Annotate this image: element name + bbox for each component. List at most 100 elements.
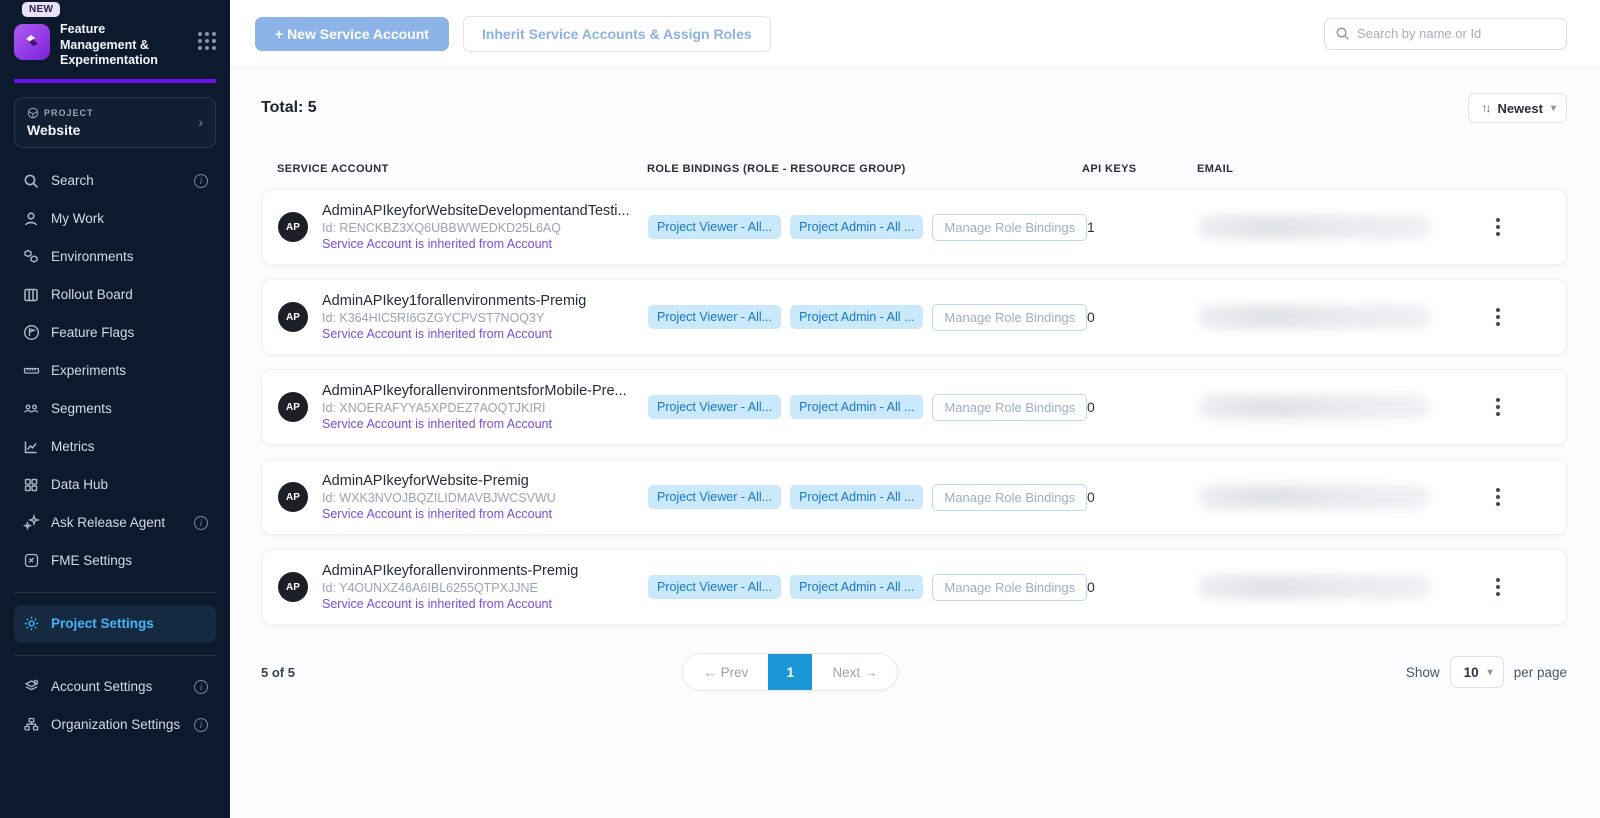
col-service-account: SERVICE ACCOUNT	[277, 163, 647, 175]
search-input[interactable]	[1357, 26, 1556, 41]
manage-role-bindings-button[interactable]: Manage Role Bindings	[932, 394, 1087, 421]
prev-page-button[interactable]: ← Prev	[683, 665, 768, 680]
service-accounts-page: NEW Feature Management & Experimentation	[0, 0, 1600, 818]
sidebar-item-organization-settings[interactable]: Organization Settings i	[14, 706, 216, 744]
sidebar-item-fme-settings[interactable]: FME Settings	[14, 542, 216, 580]
row-menu-icon[interactable]	[1490, 394, 1506, 420]
sidebar-item-label: Project Settings	[51, 616, 208, 631]
board-columns-icon	[22, 286, 40, 304]
sparkles-icon	[22, 514, 40, 532]
info-icon[interactable]: i	[194, 718, 208, 732]
sidebar-item-segments[interactable]: Segments	[14, 390, 216, 428]
app-title: Feature Management & Experimentation	[60, 22, 178, 69]
next-page-button[interactable]: Next →	[812, 665, 897, 680]
row-menu-icon[interactable]	[1490, 214, 1506, 240]
current-page[interactable]: 1	[768, 653, 812, 691]
sidebar-item-my-work[interactable]: My Work	[14, 200, 216, 238]
role-badge[interactable]: Project Admin - All ...	[790, 485, 923, 509]
role-badge[interactable]: Project Admin - All ...	[790, 395, 923, 419]
info-icon[interactable]: i	[194, 174, 208, 188]
gear-icon	[22, 615, 40, 633]
sidebar-nav: Search i My Work Environments Rollout B	[0, 162, 230, 580]
project-selector[interactable]: PROJECT Website ›	[14, 97, 216, 148]
role-badge[interactable]: Project Admin - All ...	[790, 305, 923, 329]
service-account-name: AdminAPIkeyforWebsiteDevelopmentandTesti…	[322, 203, 630, 219]
sort-arrows-icon: ↑↓	[1481, 101, 1489, 115]
sidebar-item-label: Segments	[51, 401, 208, 416]
email-redacted	[1198, 215, 1430, 239]
org-tree-icon	[22, 716, 40, 734]
sidebar-item-rollout-board[interactable]: Rollout Board	[14, 276, 216, 314]
col-role-bindings: ROLE BINDINGS (ROLE - RESOURCE GROUP)	[647, 163, 1082, 175]
table-row: AP AdminAPIkey1forallenvironments-Premig…	[261, 279, 1567, 355]
role-badge[interactable]: Project Viewer - All...	[648, 575, 781, 599]
sidebar-item-metrics[interactable]: Metrics	[14, 428, 216, 466]
info-icon[interactable]: i	[194, 516, 208, 530]
chevron-down-icon: ▾	[1488, 667, 1493, 678]
pagination: 5 of 5 ← Prev 1 Next → Show 10 ▾ per pag…	[261, 653, 1567, 691]
fme-settings-icon	[22, 552, 40, 570]
manage-role-bindings-button[interactable]: Manage Role Bindings	[932, 304, 1087, 331]
avatar: AP	[278, 392, 308, 422]
manage-role-bindings-button[interactable]: Manage Role Bindings	[932, 574, 1087, 601]
role-badge[interactable]: Project Viewer - All...	[648, 215, 781, 239]
avatar: AP	[278, 302, 308, 332]
per-page-value: 10	[1464, 665, 1479, 680]
sidebar-item-label: Experiments	[51, 363, 208, 378]
role-badge[interactable]: Project Viewer - All...	[648, 395, 781, 419]
per-page-select[interactable]: 10 ▾	[1450, 656, 1504, 688]
app-switcher-icon[interactable]	[198, 32, 216, 50]
role-badge[interactable]: Project Admin - All ...	[790, 575, 923, 599]
service-account-id: Id: XNOERAFYYA5XPDEZ7AOQTJKIRI	[322, 401, 627, 415]
info-icon[interactable]: i	[194, 680, 208, 694]
sidebar-item-label: Organization Settings	[51, 717, 183, 732]
inherited-note: Service Account is inherited from Accoun…	[322, 237, 630, 251]
sidebar-item-experiments[interactable]: Experiments	[14, 352, 216, 390]
table-header: SERVICE ACCOUNT ROLE BINDINGS (ROLE - RE…	[261, 163, 1567, 175]
sidebar-item-search[interactable]: Search i	[14, 162, 216, 200]
sidebar-item-label: FME Settings	[51, 553, 208, 568]
service-account-id: Id: K364HIC5RI6GZGYCPVST7NOQ3Y	[322, 311, 586, 325]
sidebar-item-data-hub[interactable]: Data Hub	[14, 466, 216, 504]
inherit-service-accounts-button[interactable]: Inherit Service Accounts & Assign Roles	[463, 16, 771, 52]
api-keys-count: 0	[1083, 399, 1198, 415]
col-email: EMAIL	[1197, 163, 1465, 175]
people-group-icon	[22, 400, 40, 418]
role-badge[interactable]: Project Admin - All ...	[790, 215, 923, 239]
col-api-keys: API KEYS	[1082, 163, 1197, 175]
pager: ← Prev 1 Next →	[682, 653, 898, 691]
manage-role-bindings-button[interactable]: Manage Role Bindings	[932, 484, 1087, 511]
manage-role-bindings-button[interactable]: Manage Role Bindings	[932, 214, 1087, 241]
toolbar: + New Service Account Inherit Service Ac…	[230, 0, 1600, 68]
role-badge[interactable]: Project Viewer - All...	[648, 485, 781, 509]
sidebar-item-project-settings[interactable]: Project Settings	[14, 605, 216, 643]
layers-gear-icon	[22, 678, 40, 696]
sort-dropdown[interactable]: ↑↓ Newest ▾	[1468, 93, 1567, 123]
row-menu-icon[interactable]	[1490, 574, 1506, 600]
inherited-note: Service Account is inherited from Accoun…	[322, 327, 586, 341]
data-hub-icon	[22, 476, 40, 494]
service-account-list: Total: 5 ↑↓ Newest ▾ SERVICE ACCOUNT ROL…	[230, 68, 1600, 818]
row-menu-icon[interactable]	[1490, 484, 1506, 510]
service-account-name: AdminAPIkeyforallenvironments-Premig	[322, 563, 578, 579]
split-logo-icon	[22, 32, 42, 52]
total-count: Total: 5	[261, 99, 317, 117]
row-menu-icon[interactable]	[1490, 304, 1506, 330]
sidebar-item-label: Data Hub	[51, 477, 208, 492]
search-box[interactable]	[1324, 18, 1567, 50]
project-label: PROJECT	[44, 108, 94, 118]
new-service-account-button[interactable]: + New Service Account	[255, 17, 449, 51]
sidebar-item-feature-flags[interactable]: Feature Flags	[14, 314, 216, 352]
sidebar-item-label: Feature Flags	[51, 325, 208, 340]
sidebar-item-account-settings[interactable]: Account Settings i	[14, 668, 216, 706]
search-icon	[22, 172, 40, 190]
app-logo[interactable]	[14, 24, 50, 60]
line-chart-icon	[22, 438, 40, 456]
sidebar-item-ask-release-agent[interactable]: Ask Release Agent i	[14, 504, 216, 542]
inherited-note: Service Account is inherited from Accoun…	[322, 597, 578, 611]
role-badge[interactable]: Project Viewer - All...	[648, 305, 781, 329]
show-label: Show	[1406, 665, 1440, 680]
sidebar-item-environments[interactable]: Environments	[14, 238, 216, 276]
service-account-name: AdminAPIkeyforWebsite-Premig	[322, 473, 556, 489]
inherited-note: Service Account is inherited from Accoun…	[322, 417, 627, 431]
